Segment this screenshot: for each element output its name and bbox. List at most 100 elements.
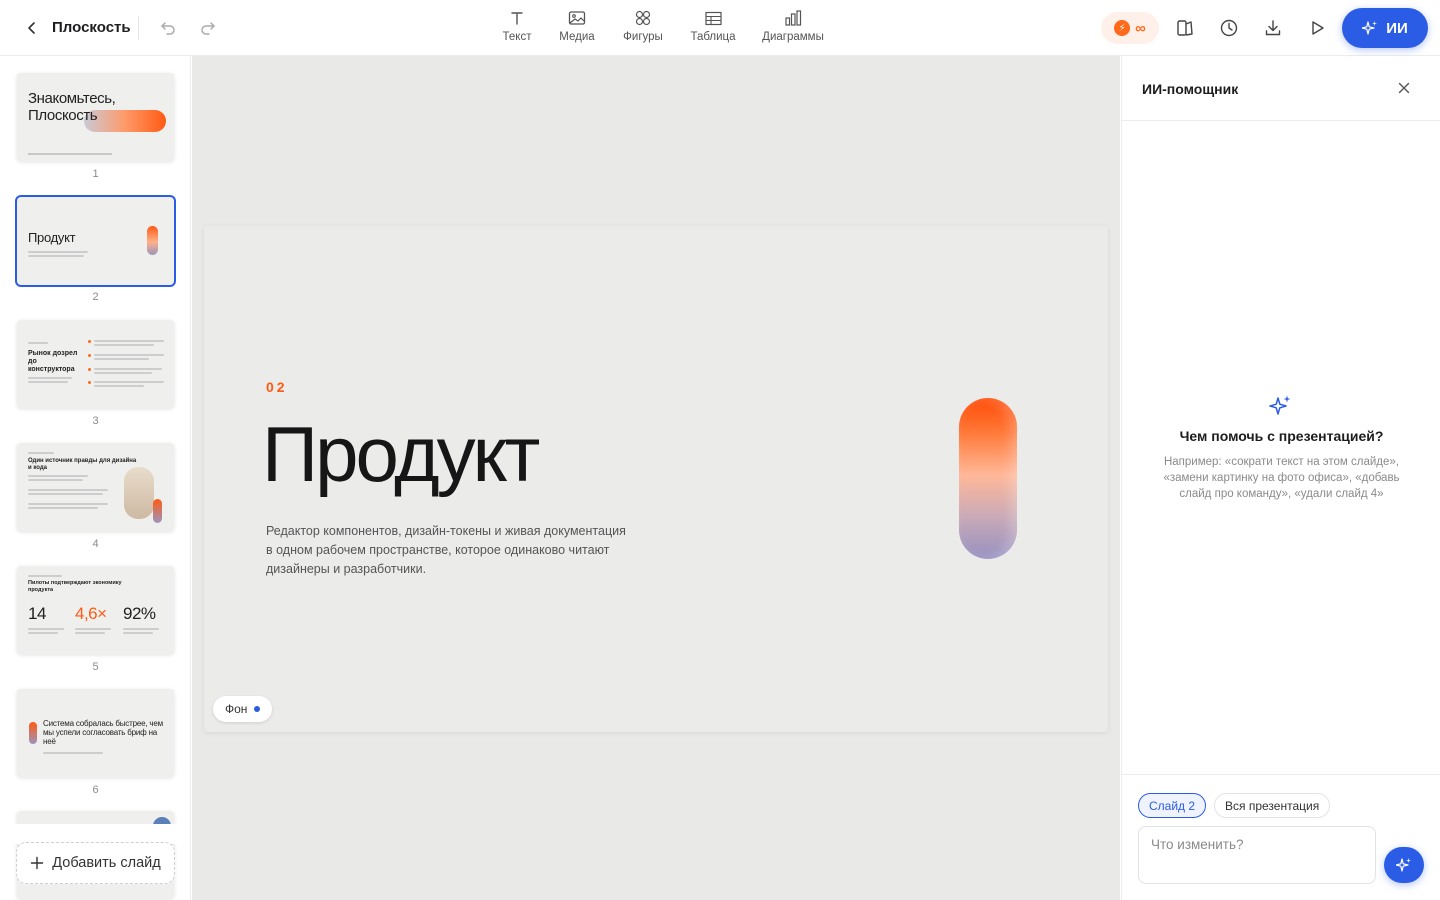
slide-thumbnail-4[interactable]: Один источник правды для дизайна и кода xyxy=(17,443,174,531)
tool-text-label: Текст xyxy=(502,31,532,43)
credits-badge[interactable]: ⚡ ∞ xyxy=(1101,12,1159,44)
placeholder-line xyxy=(75,628,111,630)
slide-thumbnail-2[interactable]: Продукт xyxy=(15,195,176,287)
add-slide-label: Добавить слайд xyxy=(52,855,161,871)
photo-placeholder xyxy=(124,467,154,519)
ai-panel-footer: Слайд 2 Вся презентация xyxy=(1122,774,1440,900)
thumbnail-title: Знакомьтесь, Плоскость xyxy=(28,90,116,124)
close-button[interactable] xyxy=(1394,78,1414,98)
download-button[interactable] xyxy=(1261,16,1285,40)
ai-button-label: ИИ xyxy=(1386,19,1408,37)
stat-value: 4,6× xyxy=(75,604,107,623)
placeholder-line xyxy=(94,381,164,383)
tool-media[interactable]: Медиа xyxy=(556,8,598,48)
placeholder-line xyxy=(123,628,159,630)
placeholder-line xyxy=(28,479,83,481)
thumbnail-title: Система собралась быстрее, чем мы успели… xyxy=(43,719,163,746)
thumbnail-title: Пилоты подтверждают экономику продукта xyxy=(28,580,122,593)
ai-send-button[interactable] xyxy=(1384,847,1424,883)
ai-prompt-title: Чем помочь с презентацией? xyxy=(1179,428,1384,444)
close-icon xyxy=(1398,82,1410,94)
tool-table[interactable]: Таблица xyxy=(688,8,738,48)
current-slide[interactable]: 02 Продукт Редактор компонентов, дизайн-… xyxy=(204,226,1108,732)
slide-title[interactable]: Продукт xyxy=(262,409,540,499)
ai-button[interactable]: ИИ xyxy=(1342,8,1428,48)
history-button[interactable] xyxy=(1217,16,1241,40)
tool-charts[interactable]: Диаграммы xyxy=(759,8,827,48)
editor-canvas[interactable]: 02 Продукт Редактор компонентов, дизайн-… xyxy=(192,56,1120,900)
ai-panel-header: ИИ-помощник xyxy=(1122,56,1440,121)
ai-prompt-input[interactable] xyxy=(1138,826,1376,884)
placeholder-line xyxy=(43,752,103,754)
image-icon xyxy=(566,8,588,28)
download-icon xyxy=(1265,20,1281,36)
sparkle-icon xyxy=(1269,395,1291,415)
panel-footer-mask xyxy=(0,824,190,844)
placeholder-line xyxy=(28,251,88,253)
plus-icon xyxy=(31,856,44,870)
bullet xyxy=(88,381,91,384)
undo-icon xyxy=(161,22,175,35)
tool-shapes[interactable]: Фигуры xyxy=(620,8,666,48)
placeholder-line xyxy=(28,503,108,505)
placeholder-line xyxy=(28,153,112,155)
placeholder-line xyxy=(28,493,103,495)
slides-panel: Знакомьтесь, Плоскость 1 Продукт 2 Рынок… xyxy=(0,56,191,900)
slide-number: 5 xyxy=(92,661,99,673)
slide-number: 1 xyxy=(92,168,99,180)
sparkle-icon xyxy=(1362,21,1378,35)
text-icon xyxy=(506,8,528,28)
ai-panel-title: ИИ-помощник xyxy=(1142,81,1239,97)
background-chip-label: Фон xyxy=(225,702,248,716)
add-slide-button[interactable]: Добавить слайд xyxy=(16,842,175,884)
chart-icon xyxy=(782,8,804,28)
placeholder-line xyxy=(28,342,48,344)
slide-number: 2 xyxy=(92,291,99,303)
placeholder-line xyxy=(28,489,108,491)
scope-slide-chip[interactable]: Слайд 2 xyxy=(1138,793,1207,818)
slide-thumbnail-1[interactable]: Знакомьтесь, Плоскость xyxy=(17,73,174,161)
placeholder-line xyxy=(94,340,164,342)
tool-text[interactable]: Текст xyxy=(497,8,537,48)
gradient-pill xyxy=(147,226,158,255)
slide-section-number[interactable]: 02 xyxy=(266,379,288,395)
placeholder-line xyxy=(75,632,105,634)
credits-value: ∞ xyxy=(1135,19,1146,37)
slide-thumbnail-6[interactable]: Система собралась быстрее, чем мы успели… xyxy=(17,689,174,777)
top-toolbar: Плоскость Текст Медиа Фигуры Таблица Диа… xyxy=(0,0,1440,56)
toolbar-divider xyxy=(138,16,139,40)
gradient-pill-shape[interactable] xyxy=(959,398,1017,559)
placeholder-line xyxy=(28,628,64,630)
redo-button[interactable] xyxy=(196,16,220,40)
placeholder-line xyxy=(28,255,84,257)
tool-media-label: Медиа xyxy=(559,31,595,43)
tool-shapes-label: Фигуры xyxy=(623,31,663,43)
placeholder-line xyxy=(94,368,162,370)
slide-thumbnail-5[interactable]: Пилоты подтверждают экономику продукта 1… xyxy=(17,566,174,654)
tool-table-label: Таблица xyxy=(690,31,736,43)
placeholder-line xyxy=(28,632,58,634)
bullet xyxy=(88,368,91,371)
scope-presentation-chip[interactable]: Вся презентация xyxy=(1214,793,1331,818)
placeholder-line xyxy=(123,632,153,634)
slide-number: 6 xyxy=(92,784,99,796)
present-button[interactable] xyxy=(1305,16,1329,40)
undo-button[interactable] xyxy=(156,16,180,40)
document-title[interactable]: Плоскость xyxy=(52,19,131,36)
theme-button[interactable] xyxy=(1173,16,1197,40)
back-button[interactable] xyxy=(20,16,44,40)
placeholder-line xyxy=(94,372,152,374)
slide-number: 4 xyxy=(92,538,99,550)
placeholder-line xyxy=(94,385,144,387)
bullet xyxy=(88,340,91,343)
slide-thumbnail-3[interactable]: Рынок дозрел до конструктора xyxy=(17,320,174,408)
tool-charts-label: Диаграммы xyxy=(762,31,824,43)
bullet xyxy=(88,354,91,357)
shapes-icon xyxy=(632,8,654,28)
stat-value: 14 xyxy=(28,604,46,623)
ai-assistant-panel: ИИ-помощник Чем помочь с презентацией? Н… xyxy=(1121,56,1440,900)
background-chip[interactable]: Фон xyxy=(213,696,273,722)
slide-description[interactable]: Редактор компонентов, дизайн-токены и жи… xyxy=(266,522,626,579)
lightning-icon: ⚡ xyxy=(1114,20,1131,36)
gradient-pill xyxy=(29,722,37,744)
